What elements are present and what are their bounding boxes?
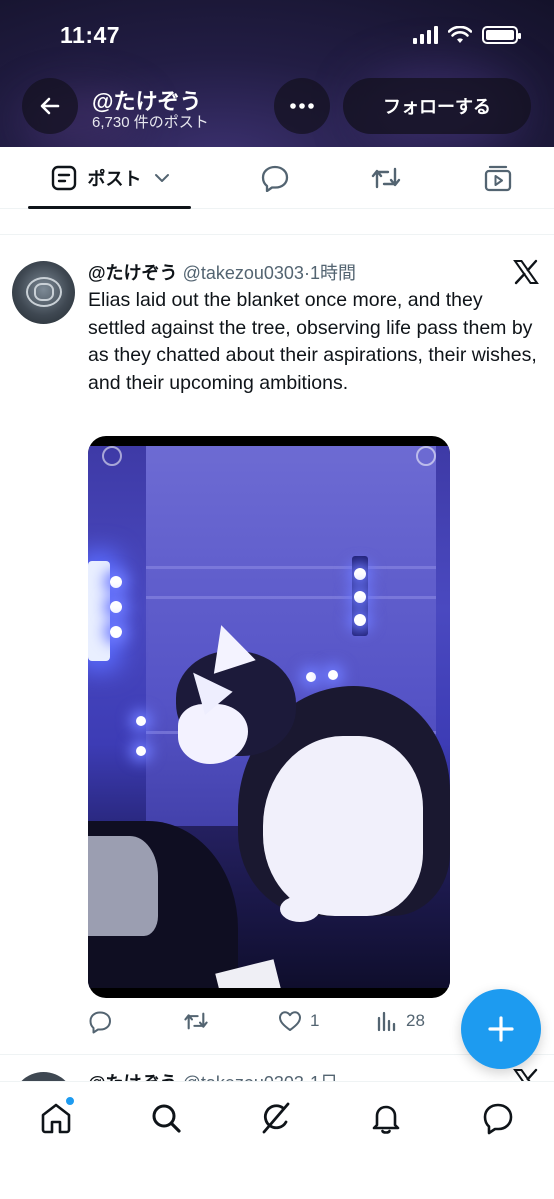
post[interactable]: @たけぞう @takezou0303·1時間 Elias laid out th… (0, 235, 554, 1055)
repost-button[interactable] (183, 1010, 209, 1032)
bar-chart-icon (377, 1011, 396, 1032)
more-button[interactable] (274, 78, 330, 134)
nav-grok[interactable] (258, 1100, 294, 1136)
plus-icon (488, 1016, 514, 1042)
avatar[interactable] (12, 261, 75, 324)
reply-button[interactable] (88, 1010, 112, 1034)
post-image[interactable] (88, 436, 450, 998)
active-tab-indicator (28, 206, 191, 209)
tab-media[interactable] (468, 147, 528, 209)
search-icon (152, 1104, 181, 1133)
bottom-navigation (0, 1081, 554, 1199)
tab-replies[interactable] (245, 147, 305, 209)
arrow-left-icon (40, 97, 60, 115)
cellular-signal-icon (413, 26, 438, 44)
like-count: 1 (310, 1011, 320, 1030)
post-author-name[interactable]: @たけぞう (88, 263, 178, 283)
tab-posts[interactable]: ポスト (28, 147, 191, 209)
back-button[interactable] (22, 78, 78, 134)
next-post[interactable]: @たけぞう @takezou0303·1日 (0, 1056, 554, 1082)
nav-search[interactable] (148, 1100, 184, 1136)
chevron-down-icon (154, 174, 169, 182)
repost-icon (371, 167, 401, 189)
post-header: @たけぞう @takezou0303·1時間 (88, 259, 356, 285)
cat-photo (88, 446, 450, 988)
compose-button[interactable] (461, 989, 541, 1069)
tab-reposts[interactable] (356, 147, 416, 209)
tab-posts-label: ポスト (87, 169, 142, 189)
follow-button[interactable]: フォローする (343, 78, 531, 134)
post-time[interactable]: 1時間 (310, 263, 356, 283)
status-bar: 11:47 (0, 0, 554, 70)
views-button[interactable]: 28 (376, 1010, 425, 1032)
nav-messages[interactable] (480, 1100, 516, 1136)
post-text: Elias laid out the blanket once more, an… (88, 289, 537, 394)
bell-icon (372, 1105, 400, 1134)
video-icon (484, 165, 512, 192)
repost-icon (184, 1012, 208, 1030)
nav-notifications[interactable] (368, 1100, 404, 1136)
notification-dot (65, 1096, 75, 1106)
x-logo-icon (513, 1068, 538, 1082)
post-handle[interactable]: @takezou0303 (183, 263, 304, 283)
nav-home[interactable] (38, 1096, 75, 1136)
post-list-icon (51, 165, 76, 191)
more-horizontal-icon (290, 103, 314, 109)
x-logo-icon (513, 259, 539, 285)
profile-header: 11:47 @たけぞう 6,730 件のポスト フォローする (0, 0, 554, 147)
grok-icon (262, 1102, 290, 1134)
profile-tabs: ポスト (0, 147, 554, 209)
wifi-icon (448, 26, 472, 43)
post-count: 6,730 件のポスト (92, 114, 209, 131)
reply-icon (89, 1011, 111, 1034)
view-count: 28 (406, 1011, 425, 1030)
home-icon (41, 1103, 71, 1134)
status-time: 11:47 (60, 22, 121, 48)
message-icon (483, 1103, 513, 1135)
like-button[interactable]: 1 (278, 1010, 319, 1032)
heart-icon (279, 1011, 301, 1031)
battery-icon (482, 26, 521, 44)
reply-icon (261, 165, 289, 192)
